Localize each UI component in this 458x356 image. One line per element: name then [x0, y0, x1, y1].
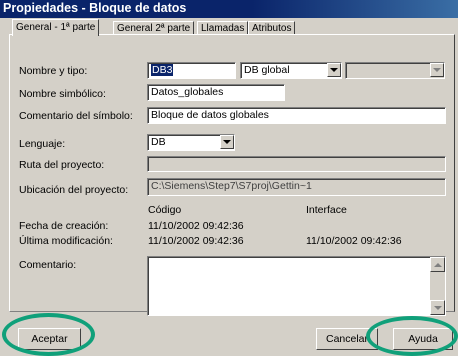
- ok-button[interactable]: Aceptar: [18, 328, 81, 350]
- block-type-dropdown-button[interactable]: [327, 63, 341, 77]
- comment-scrollbar[interactable]: [430, 257, 445, 315]
- cancel-button[interactable]: Cancelar: [316, 328, 378, 350]
- project-location-input: C:\Siemens\Step7\S7proj\Gettin~1: [147, 178, 446, 196]
- window-title: Propiedades - Bloque de datos: [3, 1, 187, 15]
- block-name-input[interactable]: DB3: [147, 62, 236, 79]
- tab-general-part2[interactable]: General 2ª parte: [113, 21, 195, 35]
- creation-date-label: Fecha de creación:: [19, 220, 109, 232]
- language-dropdown-button[interactable]: [220, 135, 234, 149]
- block-extra-dropdown-button: [430, 63, 444, 77]
- symbol-comment-input[interactable]: Bloque de datos globales: [147, 107, 446, 124]
- name-type-label: Nombre y tipo:: [19, 65, 88, 77]
- cancel-button-label: Cancelar: [325, 333, 369, 345]
- project-location-label: Ubicación del proyecto:: [19, 184, 129, 196]
- block-type-value: DB global: [244, 64, 290, 76]
- chevron-down-icon: [433, 305, 442, 310]
- title-bar[interactable]: Propiedades - Bloque de datos: [0, 0, 458, 18]
- help-button[interactable]: Ayuda: [393, 328, 453, 350]
- comment-textarea[interactable]: [147, 256, 446, 316]
- code-column-header: Código: [148, 204, 182, 216]
- scroll-down-button[interactable]: [430, 300, 445, 315]
- tab-label: Atributos: [252, 23, 292, 34]
- symbol-comment-label: Comentario del símbolo:: [19, 110, 133, 122]
- symbol-comment-value: Bloque de datos globales: [151, 109, 269, 121]
- block-name-value: DB3: [151, 64, 174, 76]
- last-modified-interface: 11/10/2002 09:42:36: [306, 235, 402, 247]
- tab-label: General 2ª parte: [117, 23, 191, 34]
- tab-calls[interactable]: Llamadas: [197, 21, 249, 35]
- language-label: Lenguaje:: [19, 138, 66, 150]
- tab-attributes[interactable]: Atributos: [248, 21, 296, 35]
- symbolic-name-value: Datos_globales: [151, 86, 224, 98]
- language-value: DB: [151, 136, 166, 148]
- comment-label: Comentario:: [19, 259, 77, 271]
- last-modified-code: 11/10/2002 09:42:36: [148, 235, 244, 247]
- tab-label: Llamadas: [201, 23, 245, 34]
- tab-label: General - 1ª parte: [16, 22, 96, 33]
- project-path-input: [147, 156, 446, 172]
- project-location-value: C:\Siemens\Step7\S7proj\Gettin~1: [151, 180, 312, 192]
- scroll-up-button[interactable]: [430, 257, 445, 272]
- chevron-down-icon: [223, 140, 231, 144]
- interface-column-header: Interface: [306, 204, 347, 216]
- chevron-up-icon: [433, 262, 442, 267]
- help-button-label: Ayuda: [408, 333, 438, 345]
- properties-dialog: Propiedades - Bloque de datos General - …: [0, 0, 458, 356]
- symbolic-name-label: Nombre simbólico:: [19, 88, 106, 100]
- chevron-down-icon: [330, 68, 338, 72]
- project-path-label: Ruta del proyecto:: [19, 159, 105, 171]
- tab-general-part1[interactable]: General - 1ª parte: [12, 19, 100, 36]
- creation-date-code: 11/10/2002 09:42:36: [148, 220, 244, 232]
- symbolic-name-input[interactable]: Datos_globales: [147, 84, 285, 101]
- ok-button-label: Aceptar: [31, 333, 68, 345]
- last-modified-label: Última modificación:: [19, 235, 113, 247]
- chevron-down-icon: [433, 68, 441, 72]
